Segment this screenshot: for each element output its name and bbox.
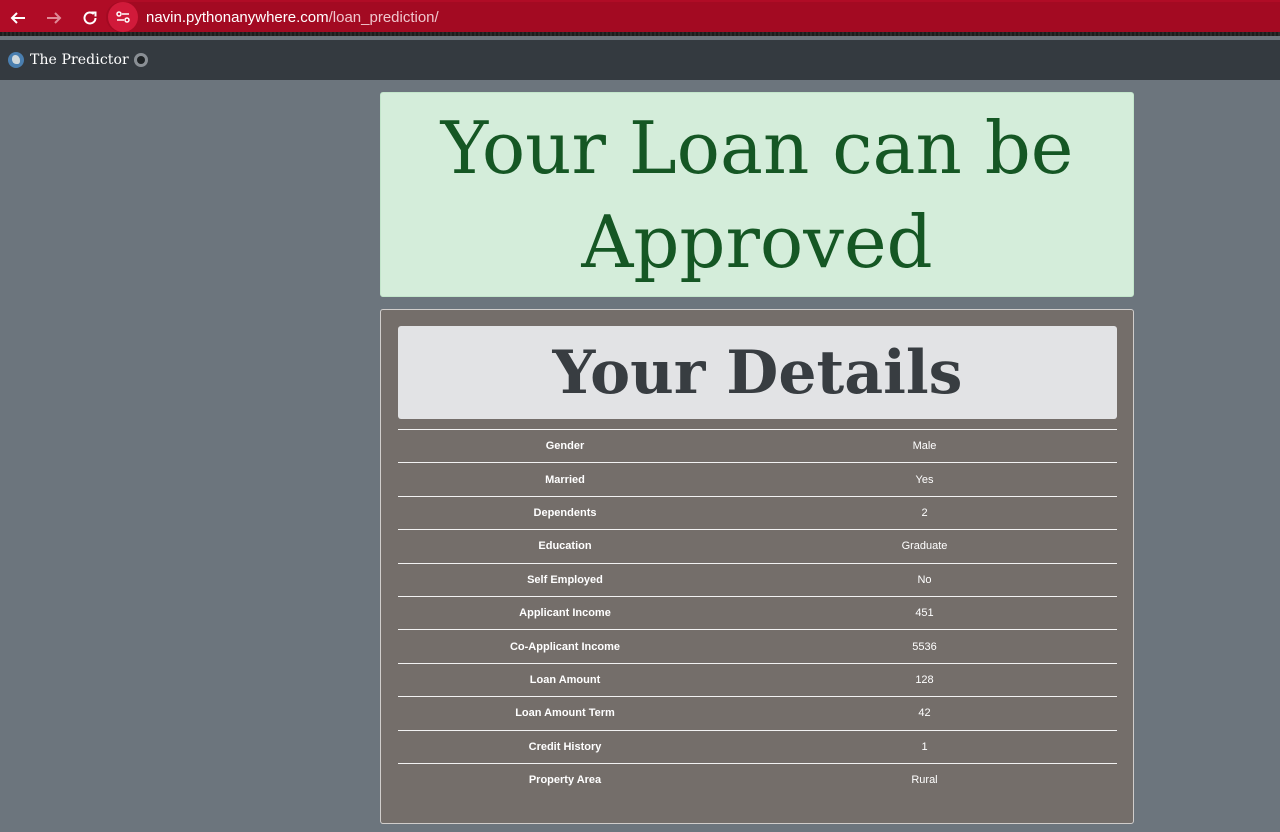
result-message: Your Loan can be Approved: [440, 105, 1074, 284]
detail-value: 5536: [912, 640, 937, 653]
detail-value: Yes: [915, 473, 934, 486]
url-path: /loan_prediction/: [328, 8, 439, 26]
reload-icon: [83, 11, 97, 25]
detail-label: Education: [538, 540, 592, 553]
site-info-button[interactable]: [108, 2, 138, 32]
detail-label: Applicant Income: [519, 607, 611, 620]
url-text[interactable]: navin.pythonanywhere.com/loan_prediction…: [146, 9, 439, 26]
arrow-right-icon: [47, 12, 62, 24]
url-host: navin.pythonanywhere.com: [146, 8, 329, 26]
detail-label: Self Employed: [527, 573, 603, 586]
navbar-brand[interactable]: The Predictor: [30, 52, 129, 68]
details-card: Your Details Gender Male Married Yes Depende…: [380, 309, 1134, 824]
detail-value: Rural: [911, 774, 938, 787]
table-row: Credit History 1: [398, 730, 1117, 763]
details-title: Your Details: [552, 337, 963, 408]
forward-button[interactable]: [36, 0, 72, 36]
detail-value: No: [917, 573, 932, 586]
detail-label: Married: [545, 473, 585, 486]
detail-label: Property Area: [528, 774, 602, 787]
table-row: Education Graduate: [398, 529, 1117, 563]
back-button[interactable]: [0, 0, 36, 36]
detail-value: 42: [918, 707, 931, 720]
table-row: Co-Applicant Income 5536: [398, 629, 1117, 663]
table-row: Married Yes: [398, 462, 1117, 496]
details-header: Your Details: [398, 326, 1117, 419]
detail-label: Co-Applicant Income: [509, 640, 620, 653]
detail-value: 128: [915, 673, 934, 686]
table-row: Loan Amount Term 42: [398, 696, 1117, 730]
detail-value: Graduate: [901, 540, 948, 553]
detail-label: Loan Amount Term: [515, 707, 615, 720]
gear-icon: [133, 53, 148, 67]
table-row: Self Employed No: [398, 563, 1117, 596]
detail-value: 2: [921, 506, 928, 519]
table-row: Property Area Rural: [398, 763, 1117, 796]
browser-toolbar: navin.pythonanywhere.com/loan_prediction…: [0, 0, 1280, 36]
robot-icon: [8, 52, 24, 68]
table-row: Loan Amount 128: [398, 663, 1117, 696]
reload-button[interactable]: [72, 0, 108, 36]
arrow-left-icon: [10, 12, 25, 24]
result-alert: Your Loan can be Approved: [380, 92, 1134, 297]
address-bar[interactable]: navin.pythonanywhere.com/loan_prediction…: [106, 2, 1280, 32]
details-table: Gender Male Married Yes Dependents 2 Education…: [398, 429, 1117, 797]
detail-value: 451: [915, 607, 934, 620]
detail-label: Credit History: [528, 740, 602, 753]
detail-label: Dependents: [533, 506, 597, 519]
table-row: Dependents 2: [398, 496, 1117, 529]
detail-value: Male: [912, 440, 937, 453]
table-row: Gender Male: [398, 429, 1117, 463]
detail-value: 1: [921, 740, 928, 753]
tune-icon: [116, 11, 130, 23]
detail-label: Loan Amount: [529, 673, 601, 686]
app-navbar: The Predictor: [0, 40, 1280, 80]
detail-label: Gender: [545, 440, 585, 453]
table-row: Applicant Income 451: [398, 596, 1117, 629]
